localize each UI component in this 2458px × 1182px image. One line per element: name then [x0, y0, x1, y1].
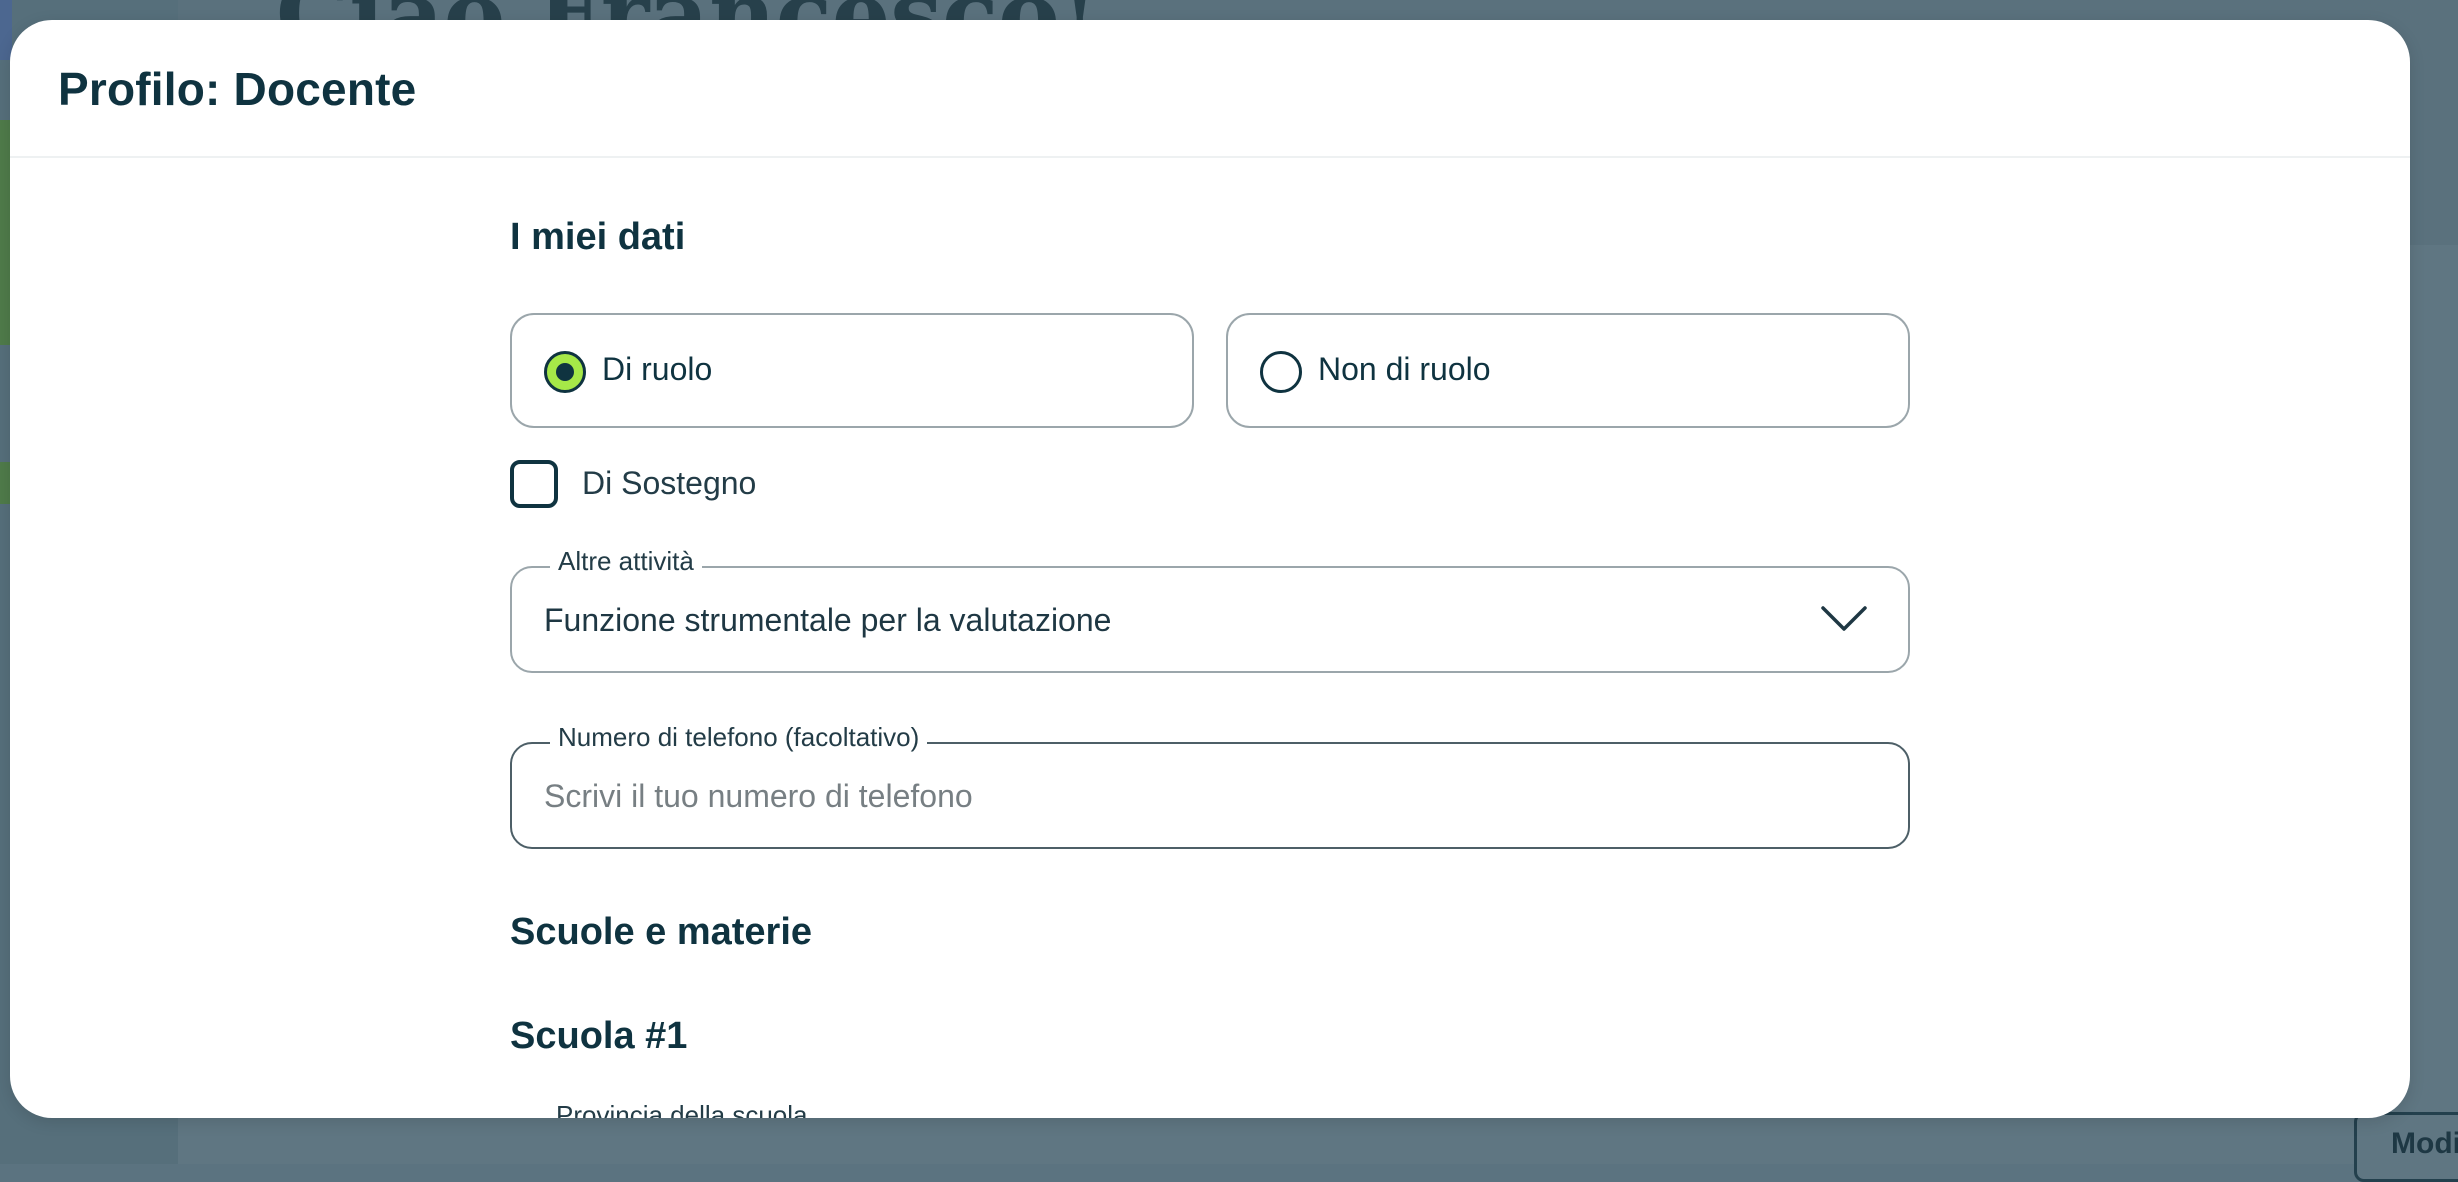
- phone-label: Numero di telefono (facoltativo): [550, 722, 928, 753]
- section-heading-schools: Scuole e materie: [510, 911, 813, 953]
- radio-selected-icon: [544, 351, 586, 393]
- radio-label: Di ruolo: [602, 351, 713, 387]
- modal-header: Profilo: Docente: [10, 20, 2410, 158]
- province-field-label: Provincia della scuola: [556, 1100, 808, 1118]
- radio-unselected-icon: [1260, 351, 1302, 393]
- radio-option-non-di-ruolo[interactable]: Non di ruolo: [1226, 313, 1910, 428]
- radio-option-di-ruolo[interactable]: Di ruolo: [510, 313, 1194, 428]
- other-activities-label: Altre attività: [550, 546, 702, 577]
- phone-input[interactable]: [544, 772, 1864, 820]
- checkbox-unchecked-icon[interactable]: [510, 460, 558, 508]
- phone-field: Numero di telefono (facoltativo): [510, 722, 1910, 849]
- checkbox-label: Di Sostegno: [582, 465, 757, 501]
- checkbox-di-sostegno[interactable]: Di Sostegno: [510, 460, 910, 510]
- background-edit-button: Modifica: [2354, 1112, 2458, 1182]
- chevron-down-icon[interactable]: [1820, 598, 1868, 638]
- modal-title: Profilo: Docente: [58, 63, 417, 115]
- section-heading-personal-data: I miei dati: [510, 216, 686, 258]
- other-activities-value: Funzione strumentale per la valutazione: [544, 602, 1112, 638]
- profile-modal: Profilo: Docente I miei dati Di ruolo No…: [10, 20, 2410, 1118]
- school-1-heading: Scuola #1: [510, 1015, 688, 1057]
- other-activities-select[interactable]: Altre attività Funzione strumentale per …: [510, 546, 1910, 673]
- radio-label: Non di ruolo: [1318, 351, 1491, 387]
